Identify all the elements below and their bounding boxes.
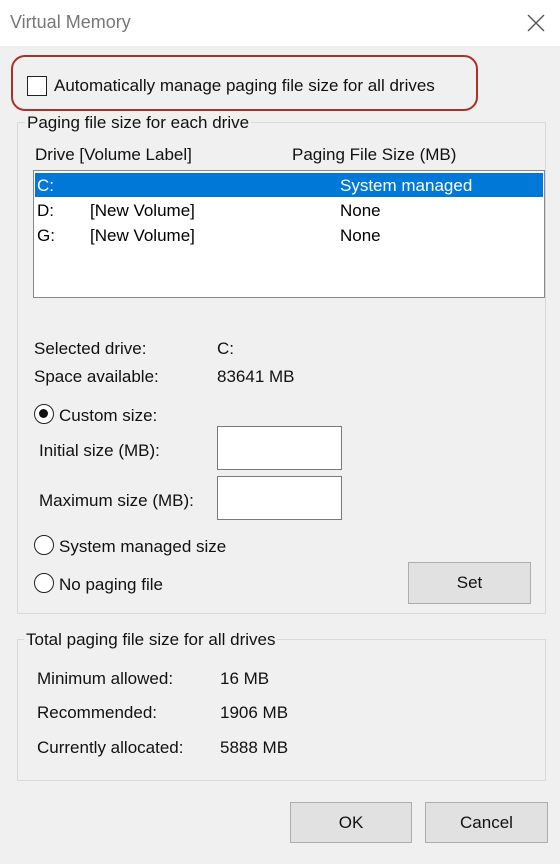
custom-size-label: Custom size: — [59, 406, 158, 425]
no-paging-label: No paging file — [59, 575, 163, 594]
window-title: Virtual Memory — [10, 12, 131, 32]
initial-size-label: Initial size (MB): — [39, 441, 160, 460]
recommended-value: 1906 MB — [220, 703, 289, 722]
space-available-value: 83641 MB — [217, 367, 295, 386]
ok-button[interactable]: OK — [290, 802, 412, 843]
drive-list[interactable]: C: System managed D: [New Volume] None G… — [33, 170, 545, 298]
drive-letter: D: — [37, 201, 54, 220]
paging-size: None — [340, 226, 381, 245]
column-header-size[interactable]: Paging File Size (MB) — [292, 145, 456, 165]
title-bar: Virtual Memory — [0, 0, 560, 46]
set-button[interactable]: Set — [408, 562, 531, 604]
drive-letter: C: — [37, 176, 54, 195]
maximum-size-input[interactable] — [217, 476, 342, 520]
minimum-allowed-value: 16 MB — [220, 669, 270, 688]
currently-allocated-label: Currently allocated: — [37, 738, 184, 757]
selected-drive-label: Selected drive: — [34, 339, 147, 358]
volume-label: [New Volume] — [90, 226, 195, 245]
auto-manage-checkbox[interactable] — [27, 76, 47, 96]
drive-row-c[interactable]: C: System managed — [35, 173, 543, 197]
total-group-title: Total paging file size for all drives — [24, 630, 278, 650]
close-icon — [527, 14, 545, 32]
paging-size: None — [340, 201, 381, 220]
minimum-allowed-label: Minimum allowed: — [37, 669, 174, 688]
drive-letter: G: — [37, 226, 55, 245]
currently-allocated-value: 5888 MB — [220, 738, 289, 757]
paging-group-title: Paging file size for each drive — [25, 113, 252, 133]
drive-row-d[interactable]: D: [New Volume] None — [35, 198, 543, 222]
volume-label: [New Volume] — [90, 201, 195, 220]
cancel-button[interactable]: Cancel — [425, 802, 548, 843]
column-header-drive[interactable]: Drive [Volume Label] — [35, 145, 192, 165]
custom-size-radio[interactable] — [34, 404, 54, 424]
maximum-size-label: Maximum size (MB): — [39, 491, 194, 510]
drive-row-g[interactable]: G: [New Volume] None — [35, 223, 543, 247]
no-paging-radio[interactable] — [34, 573, 54, 593]
close-button[interactable] — [516, 5, 556, 41]
initial-size-input[interactable] — [217, 426, 342, 470]
system-managed-radio[interactable] — [34, 535, 54, 555]
selected-drive-value: C: — [217, 339, 234, 358]
recommended-label: Recommended: — [37, 703, 158, 722]
paging-size: System managed — [340, 176, 473, 195]
auto-manage-label: Automatically manage paging file size fo… — [54, 76, 435, 95]
system-managed-label: System managed size — [59, 537, 227, 556]
space-available-label: Space available: — [34, 367, 159, 386]
